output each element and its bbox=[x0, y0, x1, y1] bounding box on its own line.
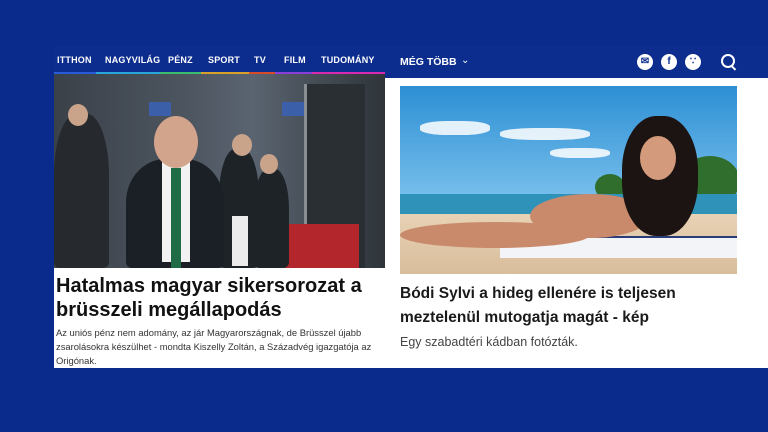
person-head bbox=[68, 104, 88, 126]
nav-item-itthon[interactable]: ITTHON bbox=[57, 55, 92, 65]
article-photo-politicians[interactable] bbox=[54, 74, 385, 268]
nav-item-tudomany[interactable]: TUDOMÁNY bbox=[321, 55, 375, 65]
bottom-background-band bbox=[0, 368, 768, 432]
secondary-nav: MÉG TÖBB ⌄ ✉ f ∵ bbox=[385, 46, 768, 78]
nav-item-film[interactable]: FILM bbox=[284, 55, 306, 65]
left-article-headline[interactable]: Hatalmas magyar sikersorozat a brüsszeli… bbox=[56, 274, 382, 322]
main-person-head bbox=[154, 116, 198, 168]
cloud-shape bbox=[500, 128, 590, 140]
mail-icon[interactable]: ✉ bbox=[637, 54, 653, 70]
search-icon[interactable] bbox=[721, 54, 735, 68]
face-shape bbox=[640, 136, 676, 180]
rss-icon[interactable]: ∵ bbox=[685, 54, 701, 70]
person-head bbox=[232, 134, 252, 156]
documents-shape bbox=[232, 216, 248, 266]
cloud-shape bbox=[550, 148, 610, 158]
main-person-tie bbox=[171, 168, 181, 268]
left-article-panel: ITTHON NAGYVILÁG PÉNZ SPORT TV FILM TUDO… bbox=[54, 46, 385, 368]
nav-item-nagyvilag[interactable]: NAGYVILÁG bbox=[105, 55, 160, 65]
person-figure bbox=[254, 169, 289, 268]
facebook-icon[interactable]: f bbox=[661, 54, 677, 70]
nav-item-sport[interactable]: SPORT bbox=[208, 55, 240, 65]
right-article-lead: Egy szabadtéri kádban fotózták. bbox=[400, 335, 578, 349]
right-article-headline[interactable]: Bódi Sylvi a hideg ellenére is teljesen … bbox=[400, 282, 740, 330]
cloud-shape bbox=[420, 121, 490, 135]
more-menu-button[interactable]: MÉG TÖBB bbox=[400, 56, 457, 68]
right-article-panel: MÉG TÖBB ⌄ ✉ f ∵ Bódi Sylvi a hideg elle… bbox=[385, 46, 768, 368]
article-photo-beach[interactable] bbox=[400, 86, 737, 274]
chevron-down-icon[interactable]: ⌄ bbox=[461, 55, 469, 66]
category-nav: ITTHON NAGYVILÁG PÉNZ SPORT TV FILM TUDO… bbox=[54, 46, 385, 74]
person-head bbox=[260, 154, 278, 174]
left-article-lead: Az uniós pénz nem adomány, az jár Magyar… bbox=[56, 327, 372, 366]
person-figure bbox=[54, 114, 109, 268]
nav-item-tv[interactable]: TV bbox=[254, 55, 266, 65]
nav-item-penz[interactable]: PÉNZ bbox=[168, 55, 193, 65]
eu-flag-shape bbox=[149, 102, 171, 116]
eu-flag-shape bbox=[282, 102, 304, 116]
